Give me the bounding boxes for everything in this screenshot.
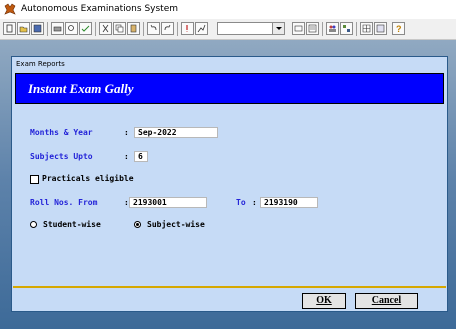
redo-icon[interactable] — [161, 22, 174, 35]
subjects-upto-label: Subjects Upto — [30, 152, 93, 161]
roll-to-label: To — [236, 198, 246, 207]
print-preview-icon[interactable] — [65, 22, 78, 35]
help-icon[interactable]: ? — [392, 22, 405, 35]
report-banner: Instant Exam Gally — [15, 73, 444, 104]
practicals-label: Practicals eligible — [42, 174, 134, 183]
footer-divider — [13, 286, 446, 288]
subject-wise-radio[interactable] — [134, 221, 141, 228]
practicals-checkbox[interactable] — [30, 175, 39, 184]
toolbar: ? — [0, 19, 456, 40]
report-icon[interactable] — [306, 22, 319, 35]
new-file-icon[interactable] — [3, 22, 16, 35]
app-title: Autonomous Examinations System — [21, 4, 178, 14]
app-title-bar: Autonomous Examinations System — [0, 0, 456, 19]
chart-icon[interactable] — [195, 22, 208, 35]
svg-text:?: ? — [396, 24, 402, 33]
toolbar-separator — [177, 22, 178, 36]
months-year-field[interactable]: Sep-2022 — [134, 127, 218, 138]
cancel-button[interactable]: Cancel — [355, 293, 418, 309]
student-wise-radio[interactable] — [30, 221, 37, 228]
exam-reports-window: Exam Reports Instant Exam Gally Months &… — [11, 56, 448, 312]
roll-from-label: Roll Nos. From — [30, 198, 98, 207]
open-folder-icon[interactable] — [17, 22, 30, 35]
group-icon[interactable] — [340, 22, 353, 35]
months-year-label: Months & Year — [30, 128, 93, 137]
student-wise-label: Student-wise — [43, 220, 101, 229]
ok-button[interactable]: OK — [302, 293, 346, 309]
toolbar-separator — [95, 22, 96, 36]
roll-from-field[interactable]: 2193001 — [129, 197, 207, 208]
subjects-upto-colon: : — [124, 152, 129, 161]
subject-wise-label: Subject-wise — [147, 220, 205, 229]
window-title: Exam Reports — [12, 57, 447, 71]
cut-icon[interactable] — [99, 22, 112, 35]
toolbar-separator — [47, 22, 48, 36]
banner-title: Instant Exam Gally — [28, 81, 134, 96]
toolbar-combo[interactable] — [217, 22, 285, 35]
run-icon[interactable] — [181, 22, 194, 35]
save-icon[interactable] — [31, 22, 44, 35]
paste-icon[interactable] — [127, 22, 140, 35]
toolbar-separator — [356, 22, 357, 36]
months-year-colon: : — [124, 128, 129, 137]
users-icon[interactable] — [326, 22, 339, 35]
properties-icon[interactable] — [374, 22, 387, 35]
toolbar-separator — [322, 22, 323, 36]
undo-icon[interactable] — [147, 22, 160, 35]
print-icon[interactable] — [51, 22, 64, 35]
roll-to-field[interactable]: 2193190 — [260, 197, 318, 208]
toolbar-separator — [143, 22, 144, 36]
spell-check-icon[interactable] — [79, 22, 92, 35]
chevron-down-icon[interactable] — [272, 23, 284, 34]
form-icon[interactable] — [292, 22, 305, 35]
subjects-upto-field[interactable]: 6 — [134, 151, 148, 162]
roll-to-colon: : — [252, 198, 257, 207]
copy-icon[interactable] — [113, 22, 126, 35]
grid-icon[interactable] — [360, 22, 373, 35]
app-logo-icon — [4, 3, 16, 15]
